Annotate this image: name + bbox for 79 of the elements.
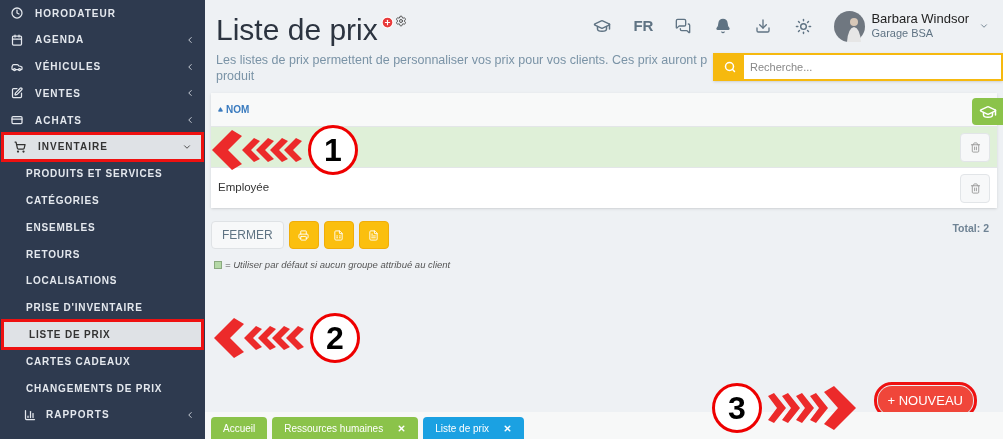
sidebar-label: HORODATEUR <box>35 6 116 21</box>
brightness-icon[interactable] <box>795 17 813 35</box>
trash-icon <box>969 182 981 194</box>
sidebar-item[interactable]: VÉHICULES <box>0 53 205 80</box>
sidebar-label: ENSEMBLES <box>25 220 96 235</box>
sidebar-item[interactable]: CHANGEMENTS DE PRIX <box>0 374 205 402</box>
sidebar-label: LOCALISATIONS <box>25 274 118 289</box>
tab-label: Liste de prix <box>435 421 490 436</box>
legend-text: = Utiliser par défaut si aucun groupe attribué au client <box>225 258 451 272</box>
column-header[interactable]: NOM <box>218 102 250 117</box>
step-number: 2 <box>310 313 360 363</box>
clock-icon <box>11 7 23 19</box>
sidebar-label: CARTES CADEAUX <box>25 354 131 369</box>
download-icon[interactable] <box>755 18 772 34</box>
add-icon[interactable] <box>380 16 394 29</box>
sidebar-item[interactable]: HORODATEUR <box>0 0 205 27</box>
sidebar-item[interactable]: VENTES <box>0 80 205 107</box>
search-icon <box>723 61 736 73</box>
search-input[interactable]: Recherche... <box>744 55 1001 79</box>
chevron-left-icon <box>185 409 195 420</box>
sidebar-item[interactable]: RETOURS <box>0 240 205 268</box>
bell-icon[interactable] <box>715 18 732 34</box>
delete-button[interactable] <box>960 173 990 203</box>
legend-swatch <box>214 261 222 270</box>
sidebar-item[interactable]: INVENTAIRE <box>3 133 202 161</box>
avatar[interactable] <box>834 10 866 42</box>
sidebar-label: AGENDA <box>35 33 85 48</box>
sidebar-label: ACHATS <box>35 113 82 128</box>
page-description: Les listes de prix permettent de personnaliser vos prix pour vos clients. Ces prix auront p <box>216 52 709 68</box>
sidebar-item[interactable]: RAPPORTS <box>0 401 205 429</box>
close-icon[interactable] <box>503 423 513 433</box>
sidebar-item[interactable]: CATÉGORIES <box>0 187 205 214</box>
printer-icon <box>298 229 310 241</box>
sidebar-label: LISTE DE PRIX <box>28 328 111 343</box>
sidebar-item[interactable]: AGENDA <box>0 26 205 54</box>
user-name[interactable]: Barbara Windsor <box>871 11 969 28</box>
chat-icon[interactable] <box>675 18 692 34</box>
cart-icon <box>14 141 26 153</box>
sidebar-item[interactable]: PRISE D'INVENTAIRE <box>0 294 205 322</box>
page-description: produit <box>216 68 256 84</box>
table-row[interactable] <box>211 126 997 167</box>
total-count: Total: 2 <box>952 221 989 236</box>
bar-chart-icon <box>24 408 36 421</box>
calendar-icon <box>11 33 23 46</box>
sidebar-item[interactable]: LOCALISATIONS <box>0 267 205 295</box>
sidebar-label: INVENTAIRE <box>38 140 108 155</box>
sidebar-label: PRODUITS ET SERVICES <box>25 167 163 182</box>
sidebar-item[interactable]: LISTE DE PRIX <box>3 321 202 348</box>
table-cell-text: Employée <box>218 180 270 196</box>
sidebar-item[interactable]: ENSEMBLES <box>0 214 205 241</box>
caret-icon[interactable] <box>979 21 989 31</box>
tutorial-tab[interactable] <box>972 98 1003 125</box>
sidebar-label: RAPPORTS <box>46 408 110 423</box>
sidebar-item[interactable]: PRODUITS ET SERVICES <box>0 160 205 188</box>
close-button[interactable]: FERMER <box>211 221 284 249</box>
spreadsheet-icon <box>333 229 345 241</box>
sidebar-label: PRISE D'INVENTAIRE <box>25 301 143 316</box>
sidebar-item[interactable]: ACHATS <box>0 106 205 134</box>
sidebar-label: RETOURS <box>25 247 81 262</box>
step-number: 3 <box>712 383 762 433</box>
card-icon <box>11 114 23 127</box>
sidebar-label: VÉHICULES <box>35 59 102 75</box>
language-selector[interactable]: FR <box>633 14 654 38</box>
company-name: Garage BSA <box>871 27 935 41</box>
sidebar-item[interactable]: CARTES CADEAUX <box>0 347 205 375</box>
sidebar-label: CATÉGORIES <box>25 193 100 209</box>
tab-label: Accueil <box>223 421 256 436</box>
graduation-cap-icon[interactable] <box>593 17 612 35</box>
trash-icon <box>969 141 981 153</box>
page-title: Liste de prix <box>216 12 378 48</box>
document-icon <box>368 229 380 241</box>
close-icon[interactable] <box>397 423 407 433</box>
sidebar-label: CHANGEMENTS DE PRIX <box>25 381 163 396</box>
tab-label: Ressources humaines <box>284 421 384 436</box>
settings-icon[interactable] <box>394 15 407 27</box>
search-field[interactable]: Recherche... <box>713 53 1003 81</box>
sidebar-label: VENTES <box>35 86 81 101</box>
edit-icon <box>11 87 23 100</box>
table-row[interactable]: Employée <box>211 167 997 208</box>
